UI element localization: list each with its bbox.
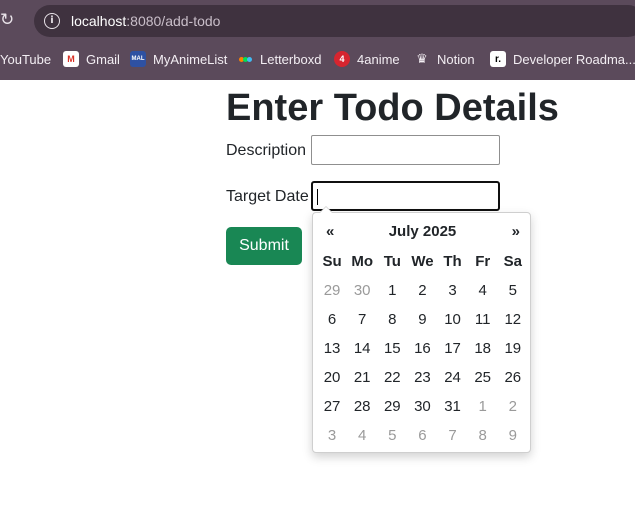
datepicker-header: July 2025 « » <box>313 221 532 245</box>
day-cell-other-month[interactable]: 3 <box>317 421 347 450</box>
day-cell[interactable]: 28 <box>347 392 377 421</box>
day-cell[interactable]: 6 <box>317 305 347 334</box>
day-cell[interactable]: 27 <box>317 392 347 421</box>
day-cell[interactable]: 9 <box>407 305 437 334</box>
weekday-label: Mo <box>351 253 374 270</box>
day-cell[interactable]: 14 <box>347 334 377 363</box>
day-cell[interactable]: 31 <box>438 392 468 421</box>
url-path: :8080/add-todo <box>126 13 221 29</box>
bookmark-label: MyAnimeList <box>153 51 228 67</box>
week-row: 6 7 8 9 10 11 12 <box>317 305 528 334</box>
bookmark-notion[interactable]: ♛ Notion <box>414 50 475 68</box>
text-caret <box>317 189 318 205</box>
weekday-header-row: Su Mo Tu We Th Fr Sa <box>317 247 528 276</box>
target-date-input[interactable] <box>311 181 500 211</box>
day-cell[interactable]: 4 <box>468 276 498 305</box>
week-row: 13 14 15 16 17 18 19 <box>317 334 528 363</box>
datepicker-month-title[interactable]: July 2025 <box>313 223 532 240</box>
weekday-label: Su <box>322 253 342 270</box>
browser-chrome: ↻ i localhost:8080/add-todo YouTube M Gm… <box>0 0 635 80</box>
day-cell[interactable]: 8 <box>377 305 407 334</box>
submit-button[interactable]: Submit <box>226 227 302 265</box>
day-cell-other-month[interactable]: 30 <box>347 276 377 305</box>
bookmark-4anime[interactable]: 4 4anime <box>334 50 400 68</box>
day-cell[interactable]: 1 <box>377 276 407 305</box>
day-cell[interactable]: 15 <box>377 334 407 363</box>
roadmap-icon: r. <box>490 51 506 67</box>
day-cell[interactable]: 12 <box>498 305 528 334</box>
day-cell[interactable]: 22 <box>377 363 407 392</box>
day-cell[interactable]: 23 <box>407 363 437 392</box>
datepicker-popup: July 2025 « » Su Mo Tu We Th Fr Sa 29 30 1 2 3 4 5 6 7… <box>312 206 532 453</box>
day-cell-other-month[interactable]: 2 <box>498 392 528 421</box>
weekday-label: Fr <box>475 253 491 270</box>
day-cell[interactable]: 5 <box>498 276 528 305</box>
bookmark-label: Notion <box>437 51 475 67</box>
next-month-button[interactable]: » <box>512 223 520 240</box>
day-cell[interactable]: 29 <box>377 392 407 421</box>
gmail-icon: M <box>63 51 79 67</box>
day-cell[interactable]: 30 <box>407 392 437 421</box>
week-row: 3456789 <box>317 421 528 450</box>
bookmarks-bar: YouTube M Gmail MAL MyAnimeList Letterbo… <box>0 42 635 78</box>
letterboxd-icon <box>237 51 253 67</box>
day-cell[interactable]: 10 <box>438 305 468 334</box>
bookmark-label: 4anime <box>357 51 400 67</box>
day-cell-other-month[interactable]: 7 <box>438 421 468 450</box>
description-input[interactable] <box>311 135 500 165</box>
notion-icon: ♛ <box>416 51 428 66</box>
day-cell[interactable]: 19 <box>498 334 528 363</box>
day-cell-other-month[interactable]: 4 <box>347 421 377 450</box>
week-row: 29 30 1 2 3 4 5 <box>317 276 528 305</box>
day-cell[interactable]: 17 <box>438 334 468 363</box>
reload-icon[interactable]: ↻ <box>0 10 16 30</box>
page-title: Enter Todo Details <box>226 87 559 129</box>
myanimelist-icon: MAL <box>130 51 146 67</box>
bookmark-label: Letterboxd <box>260 51 322 67</box>
address-row: ↻ i localhost:8080/add-todo <box>0 0 635 42</box>
day-cell-other-month[interactable]: 9 <box>498 421 528 450</box>
day-cell-other-month[interactable]: 8 <box>468 421 498 450</box>
weekday-label: Tu <box>383 253 401 270</box>
page-content: Enter Todo Details Description Target Da… <box>0 80 635 508</box>
datepicker-grid: Su Mo Tu We Th Fr Sa 29 30 1 2 3 4 5 6 7 8 9 10 11 12 13 14 15… <box>317 247 528 450</box>
prev-month-button[interactable]: « <box>326 223 334 240</box>
description-label: Description <box>226 142 307 159</box>
bookmark-label: Gmail <box>86 51 120 67</box>
day-cell[interactable]: 16 <box>407 334 437 363</box>
url-host: localhost <box>71 13 127 29</box>
day-cell[interactable]: 11 <box>468 305 498 334</box>
day-cell-other-month[interactable]: 5 <box>377 421 407 450</box>
day-cell[interactable]: 21 <box>347 363 377 392</box>
day-cell[interactable]: 7 <box>347 305 377 334</box>
day-cell[interactable]: 25 <box>468 363 498 392</box>
site-info-icon[interactable]: i <box>44 13 60 29</box>
day-cell[interactable]: 24 <box>438 363 468 392</box>
day-cell[interactable]: 20 <box>317 363 347 392</box>
bookmark-gmail[interactable]: M Gmail <box>63 50 120 68</box>
day-cell[interactable]: 18 <box>468 334 498 363</box>
day-cell[interactable]: 2 <box>407 276 437 305</box>
bookmark-developer-roadmap[interactable]: r. Developer Roadma... <box>490 50 635 68</box>
bookmark-label: YouTube <box>0 51 52 67</box>
day-cell-other-month[interactable]: 29 <box>317 276 347 305</box>
address-bar[interactable]: i localhost:8080/add-todo <box>34 5 635 37</box>
week-row: 27 28 29 30 31 1 2 <box>317 392 528 421</box>
weekday-label: Sa <box>503 253 522 270</box>
day-cell[interactable]: 26 <box>498 363 528 392</box>
weekday-label: We <box>411 253 434 270</box>
bookmark-youtube[interactable]: YouTube <box>0 50 51 68</box>
day-cell[interactable]: 3 <box>438 276 468 305</box>
bookmark-myanimelist[interactable]: MAL MyAnimeList <box>130 50 227 68</box>
weekday-label: Th <box>443 253 462 270</box>
url-text[interactable]: localhost:8080/add-todo <box>71 13 220 29</box>
day-cell[interactable]: 13 <box>317 334 347 363</box>
day-cell-other-month[interactable]: 6 <box>407 421 437 450</box>
bookmark-letterboxd[interactable]: Letterboxd <box>237 50 321 68</box>
day-cell-other-month[interactable]: 1 <box>468 392 498 421</box>
week-row: 20 21 22 23 24 25 26 <box>317 363 528 392</box>
bookmark-label: Developer Roadma... <box>513 51 635 67</box>
target-date-label: Target Date <box>226 188 309 205</box>
4anime-icon: 4 <box>334 51 350 67</box>
